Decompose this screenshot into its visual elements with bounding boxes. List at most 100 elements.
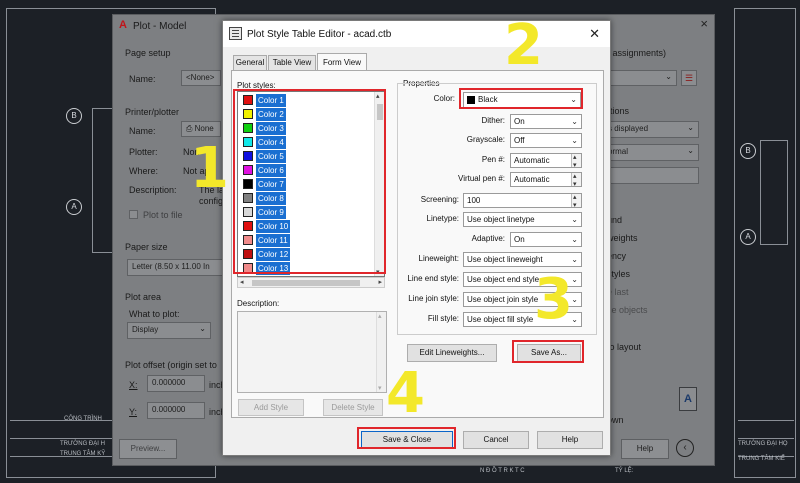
- style-table-heading: n assignments): [605, 48, 667, 58]
- adaptive-value: On: [514, 235, 525, 244]
- lineweight-value: Use object lineweight: [467, 255, 543, 264]
- linetype-label: Linetype:: [426, 214, 459, 223]
- chevron-down-icon: ⌄: [571, 235, 578, 244]
- adaptive-label: Adaptive:: [471, 234, 505, 243]
- cad-label: TRUNG TÂM KỸ: [60, 451, 106, 457]
- screening-value: 100: [467, 196, 481, 205]
- line-join-style-value: Use object join style: [467, 295, 539, 304]
- fill-style-label: Fill style:: [427, 314, 459, 323]
- title-block-line: [738, 438, 794, 439]
- screening-label: Screening:: [420, 195, 459, 204]
- dpi-input[interactable]: [603, 167, 699, 184]
- plot-option-label: to layout: [607, 342, 642, 352]
- page-setup-name-label: Name:: [129, 74, 156, 84]
- paper-size-select[interactable]: Letter (8.50 x 11.00 In: [127, 259, 223, 276]
- close-icon[interactable]: ×: [700, 16, 708, 31]
- scrollbar[interactable]: ▴ ▾: [376, 312, 386, 392]
- highlight-color: [459, 88, 583, 109]
- plot-option-label: weights: [607, 233, 638, 243]
- chevron-down-icon: ⌄: [571, 136, 578, 145]
- editor-title: Plot Style Table Editor - acad.ctb: [247, 29, 392, 40]
- pen-input[interactable]: Automatic: [510, 153, 582, 168]
- edit-style-table-icon[interactable]: ☰: [681, 70, 697, 86]
- dither-value: On: [514, 117, 525, 126]
- what-to-plot-value: Display: [132, 325, 159, 334]
- paper-size-heading: Paper size: [125, 242, 168, 252]
- description-textarea[interactable]: ▴ ▾: [237, 311, 387, 393]
- plot-to-file-label: Plot to file: [143, 210, 183, 220]
- plot-help-button[interactable]: Help: [621, 439, 669, 459]
- adaptive-select[interactable]: On ⌄: [510, 232, 582, 247]
- step-number-1: 1: [190, 136, 229, 201]
- screening-input[interactable]: 100: [463, 193, 582, 208]
- linetype-select[interactable]: Use object linetype ⌄: [463, 212, 582, 227]
- highlight-plot-styles: [233, 89, 386, 274]
- shade-plot-value: s displayed: [608, 124, 649, 133]
- edit-lineweights-button[interactable]: Edit Lineweights...: [407, 344, 497, 362]
- what-to-plot-select[interactable]: Display ⌄: [127, 322, 211, 339]
- page-setup-heading: Page setup: [125, 48, 171, 58]
- chevron-down-icon: ⌄: [571, 117, 578, 126]
- fill-style-value: Use object fill style: [467, 315, 534, 324]
- quality-select[interactable]: ormal ⌄: [603, 144, 699, 161]
- add-style-button[interactable]: Add Style: [238, 399, 304, 416]
- x-offset-label: X:: [129, 380, 138, 390]
- printer-name-select[interactable]: ⎙ None: [181, 121, 221, 137]
- highlight-save-as: [512, 340, 584, 363]
- drawing-column-right: [760, 140, 788, 245]
- spinner-icon[interactable]: [571, 173, 581, 186]
- help-button[interactable]: Help: [537, 431, 603, 449]
- grid-bubble-a-left: A: [66, 199, 82, 215]
- chevron-down-icon: ⌄: [199, 324, 206, 333]
- style-table-select[interactable]: ⌄: [603, 70, 677, 86]
- grayscale-select[interactable]: Off ⌄: [510, 133, 582, 148]
- horizontal-scrollbar[interactable]: ◂ ▸: [237, 277, 385, 288]
- plot-to-file-checkbox[interactable]: [129, 210, 138, 219]
- close-icon[interactable]: ✕: [589, 26, 600, 42]
- y-offset-label: Y:: [129, 407, 138, 417]
- lineweight-select[interactable]: Use object lineweight ⌄: [463, 252, 582, 267]
- quality-value: ormal: [608, 147, 629, 156]
- virtual-pen-label: Virtual pen #:: [458, 174, 505, 183]
- spinner-icon[interactable]: [571, 194, 581, 207]
- drawing-column-left: [92, 108, 114, 253]
- tab-general[interactable]: General: [233, 55, 267, 70]
- chevron-down-icon: ⌄: [687, 146, 694, 155]
- cad-label: TRƯỜNG ĐẠI H: [60, 441, 105, 447]
- chevron-down-icon: ⌄: [665, 72, 672, 81]
- tab-table-view[interactable]: Table View: [268, 55, 316, 70]
- expand-less-icon[interactable]: ‹: [676, 439, 694, 457]
- scroll-down-icon[interactable]: ▾: [378, 384, 382, 392]
- shade-plot-select[interactable]: s displayed ⌄: [603, 121, 699, 138]
- x-offset-input[interactable]: 0.000000: [147, 375, 205, 392]
- dither-label: Dither:: [481, 116, 505, 125]
- tab-form-view[interactable]: Form View: [317, 53, 367, 71]
- virtual-pen-value: Automatic: [514, 175, 550, 184]
- scrollbar-thumb[interactable]: [252, 280, 360, 286]
- y-offset-input[interactable]: 0.000000: [147, 402, 205, 419]
- description-label: Description:: [237, 299, 280, 308]
- virtual-pen-input[interactable]: Automatic: [510, 172, 582, 187]
- chevron-down-icon: ⌄: [571, 255, 578, 264]
- page-setup-name-select[interactable]: <None>: [181, 70, 221, 86]
- delete-style-button[interactable]: Delete Style: [323, 399, 383, 416]
- autocad-logo-icon: A: [119, 19, 127, 31]
- grid-bubble-a-right: A: [740, 229, 756, 245]
- printer-name-value: None: [194, 124, 214, 133]
- linetype-value: Use object linetype: [467, 215, 535, 224]
- grid-bubble-b-left: B: [66, 108, 82, 124]
- line-end-style-label: Line end style:: [407, 274, 459, 283]
- step-number-3: 3: [534, 267, 573, 332]
- table-icon: [229, 27, 242, 40]
- preview-button[interactable]: Preview...: [119, 439, 177, 459]
- step-number-4: 4: [386, 361, 425, 426]
- grayscale-label: Grayscale:: [466, 135, 505, 144]
- scroll-left-icon[interactable]: ◂: [240, 278, 244, 286]
- printer-name-label: Name:: [129, 126, 156, 136]
- spinner-icon[interactable]: [571, 154, 581, 167]
- dither-select[interactable]: On ⌄: [510, 114, 582, 129]
- step-number-2: 2: [504, 13, 543, 78]
- cancel-button[interactable]: Cancel: [463, 431, 529, 449]
- editor-title-bar: Plot Style Table Editor - acad.ctb ✕: [223, 21, 610, 47]
- cad-label: CÔNG TRÌNH: [64, 416, 102, 422]
